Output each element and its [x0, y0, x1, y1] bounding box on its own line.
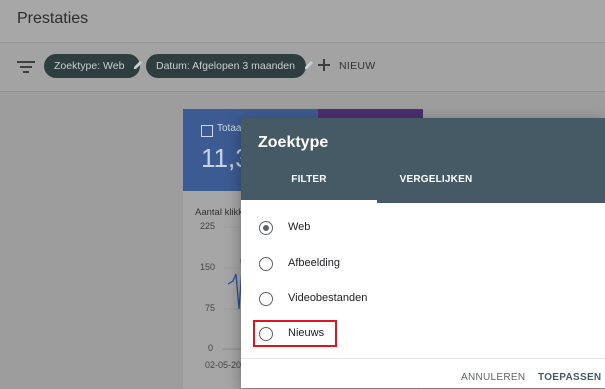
plus-icon: [318, 59, 330, 71]
cancel-button[interactable]: ANNULEREN: [461, 372, 525, 383]
filter-bar: Zoektype: Web Datum: Afgelopen 3 maanden…: [0, 43, 605, 92]
pencil-icon[interactable]: [133, 60, 143, 70]
radio-button-selected[interactable]: [259, 221, 273, 235]
page-title: Prestaties: [17, 10, 89, 27]
dialog-actions: ANNULEREN TOEPASSEN: [241, 358, 605, 389]
radio-button[interactable]: [259, 292, 273, 306]
filter-chip-search-type[interactable]: Zoektype: Web: [44, 54, 143, 78]
radio-button[interactable]: [259, 257, 273, 271]
clicks-line: [227, 258, 243, 310]
dialog-title: Zoektype: [258, 134, 329, 151]
chip-label: Datum: Afgelopen 3 maanden: [156, 60, 295, 72]
filter-icon[interactable]: [17, 60, 35, 74]
option-label: Web: [288, 221, 311, 233]
option-label: Videobestanden: [288, 292, 368, 304]
option-label: Afbeelding: [288, 257, 340, 269]
new-filter-label: NIEUW: [339, 60, 376, 72]
tab-filter[interactable]: FILTER: [241, 174, 377, 203]
chip-label: Zoektype: Web: [54, 60, 125, 72]
tab-compare[interactable]: VERGELIJKEN: [377, 174, 495, 203]
filter-chip-date[interactable]: Datum: Afgelopen 3 maanden: [146, 54, 313, 78]
pencil-icon[interactable]: [304, 60, 314, 70]
new-filter-button[interactable]: NIEUW: [318, 54, 376, 78]
dialog-header: Zoektype FILTER VERGELIJKEN: [241, 118, 605, 203]
search-type-dialog: Zoektype FILTER VERGELIJKEN Web Afbeeldi…: [241, 118, 605, 388]
highlight-box: [253, 320, 337, 347]
active-tab-indicator: [241, 200, 377, 203]
app-header: Prestaties: [0, 0, 605, 43]
apply-button[interactable]: TOEPASSEN: [538, 372, 601, 383]
